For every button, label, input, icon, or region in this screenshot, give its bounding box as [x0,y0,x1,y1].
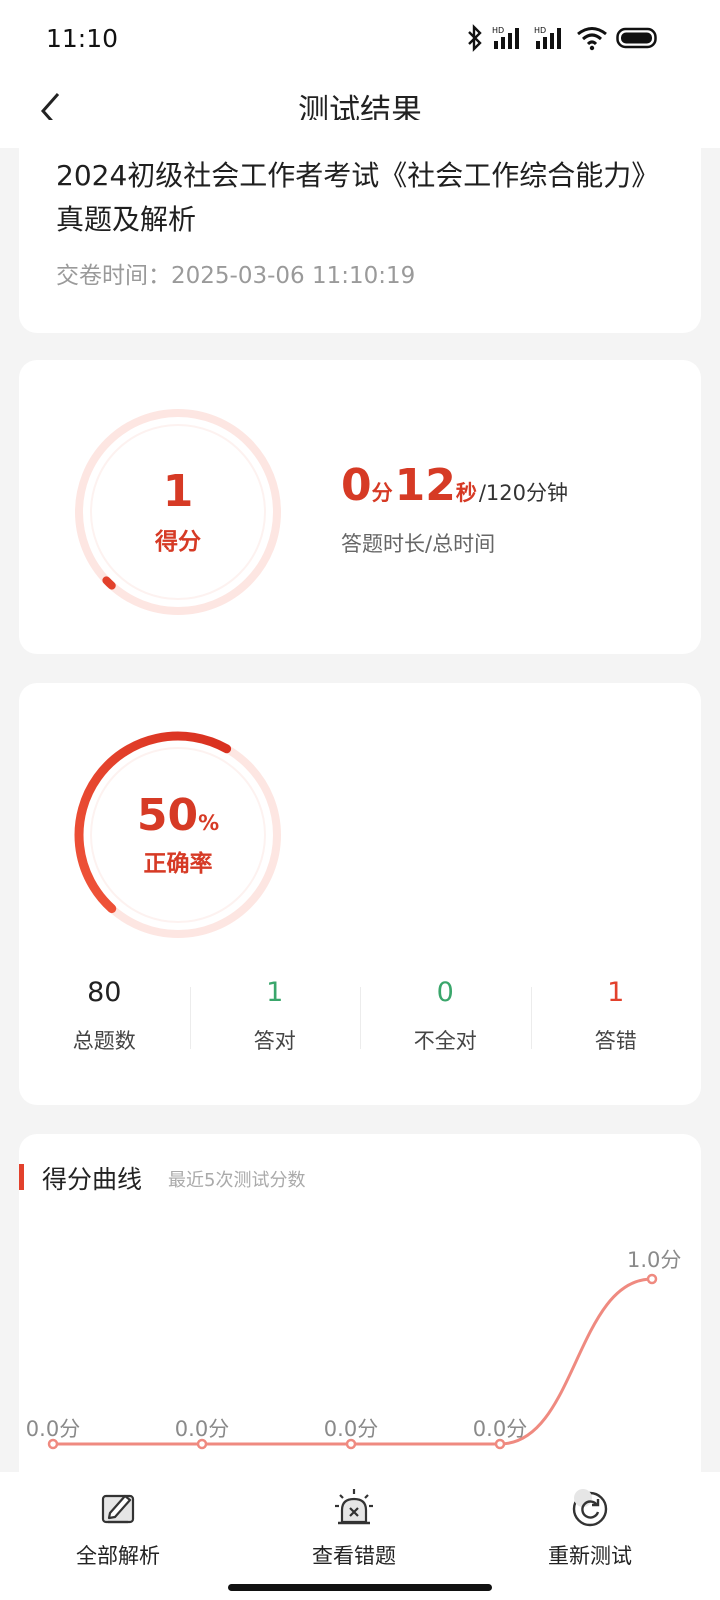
score-card: 1 得分 0 分 12 秒 /120分钟 答题时长/总时间 [19,360,701,654]
stat-correct-value: 1 [266,977,284,1008]
score-curve-point [47,1438,59,1450]
status-icons: HD HD [466,24,658,52]
refresh-icon [572,1489,608,1527]
home-indicator [228,1584,492,1591]
duration-minutes: 0 [341,460,372,511]
score-curve-point [646,1273,658,1285]
bottom-action-bar: 全部解析 查看错题 重新测试 [0,1472,720,1600]
retest-button[interactable]: 重新测试 [510,1486,670,1570]
stat-total-label: 总题数 [72,1029,136,1053]
alarm-light-icon [335,1489,373,1525]
wifi-icon [577,27,607,51]
duration-caption: 答题时长/总时间 [341,532,496,556]
accuracy-card: 50 % 正确率 80 总题数 1 答对 0 不全对 1 答错 [19,683,701,1105]
score-curve-label: 0.0分 [324,1417,378,1441]
stat-total: 80 总题数 [19,973,190,1073]
score-curve-label: 0.0分 [26,1417,80,1441]
duration-seconds-unit: 秒 [455,481,477,505]
exam-title: 2024初级社会工作者考试《社会工作综合能力》真题及解析 [56,159,646,236]
duration-total: /120分钟 [478,481,569,505]
signal-icon-2: HD [534,26,561,49]
submit-time: 交卷时间：2025-03-06 11:10:19 [56,263,416,289]
accuracy-value-wrap: 50 % [137,792,219,840]
accuracy-center: 50 % 正确率 [72,729,284,941]
stat-total-value: 80 [87,977,122,1008]
stat-correct-label: 答对 [253,1029,296,1053]
duration-seconds: 12 [394,460,456,511]
duration-minutes-unit: 分 [371,481,393,505]
svg-text:HD: HD [534,26,546,35]
pencil-edit-icon [101,1494,135,1524]
score-value: 1 [162,466,194,517]
score-curve-point [196,1438,208,1450]
stats-row: 80 总题数 1 答对 0 不全对 1 答错 [19,973,701,1073]
view-wrong-label: 查看错题 [312,1544,396,1568]
score-curve-label: 0.0分 [175,1417,229,1441]
score-center: 1 得分 [72,406,284,618]
accuracy-value: 50 [136,790,199,841]
stat-partial: 0 不全对 [360,973,531,1073]
accuracy-label: 正确率 [143,851,213,877]
stat-wrong-value: 1 [607,977,625,1008]
all-analysis-button[interactable]: 全部解析 [38,1486,198,1570]
accuracy-unit: % [198,811,220,835]
score-curve-point [345,1438,357,1450]
bluetooth-icon [468,24,482,52]
stat-partial-value: 0 [436,977,454,1008]
score-curve-label: 1.0分 [627,1248,681,1272]
stat-wrong: 1 答错 [530,973,702,1073]
score-curve-point [494,1438,506,1450]
all-analysis-label: 全部解析 [76,1544,160,1568]
status-time: 11:10 [46,24,119,53]
status-bar: 11:10 HD HD [0,0,720,76]
view-wrong-button[interactable]: 查看错题 [274,1486,434,1570]
score-label: 得分 [155,529,201,555]
svg-text:HD: HD [492,26,504,35]
stat-correct: 1 答对 [189,973,361,1073]
stat-wrong-label: 答错 [594,1029,637,1053]
exam-info-card: 2024初级社会工作者考试《社会工作综合能力》真题及解析 交卷时间：2025-0… [19,120,701,333]
battery-icon [616,27,657,49]
score-curve-label: 0.0分 [473,1417,527,1441]
stat-partial-label: 不全对 [413,1029,477,1053]
signal-icon: HD [492,26,519,49]
duration-value: 0 分 12 秒 /120分钟 [341,460,568,511]
retest-label: 重新测试 [548,1544,632,1568]
